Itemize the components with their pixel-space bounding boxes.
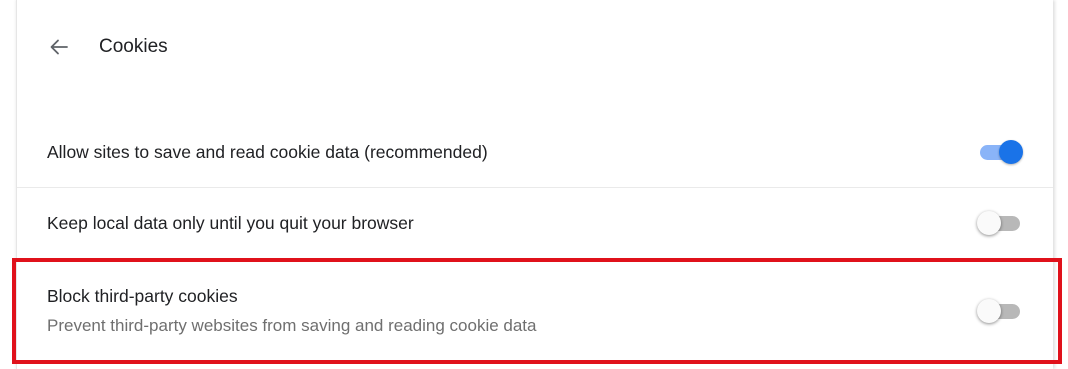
- block-third-party-cookies-toggle[interactable]: [977, 298, 1023, 324]
- setting-description: Prevent third-party websites from saving…: [47, 316, 537, 335]
- keep-local-data-toggle[interactable]: [977, 210, 1023, 236]
- setting-label: Block third-party cookies: [47, 286, 238, 306]
- allow-cookies-toggle[interactable]: [977, 139, 1023, 165]
- toggle-knob: [977, 299, 1001, 323]
- cookies-settings-card: Cookies Allow sites to save and read coo…: [16, 0, 1053, 369]
- page-header: Cookies: [47, 30, 168, 64]
- back-button[interactable]: [47, 35, 71, 59]
- arrow-left-icon: [50, 39, 68, 55]
- toggle-knob: [999, 140, 1023, 164]
- setting-keep-local-data[interactable]: Keep local data only until you quit your…: [17, 188, 1053, 258]
- setting-label: Allow sites to save and read cookie data…: [47, 142, 488, 162]
- setting-label: Keep local data only until you quit your…: [47, 213, 414, 233]
- setting-allow-cookies[interactable]: Allow sites to save and read cookie data…: [17, 118, 1053, 186]
- settings-page: Cookies Allow sites to save and read coo…: [0, 0, 1068, 369]
- page-title: Cookies: [99, 36, 168, 57]
- toggle-knob: [977, 211, 1001, 235]
- setting-block-third-party-cookies[interactable]: Block third-party cookies Prevent third-…: [17, 262, 1053, 360]
